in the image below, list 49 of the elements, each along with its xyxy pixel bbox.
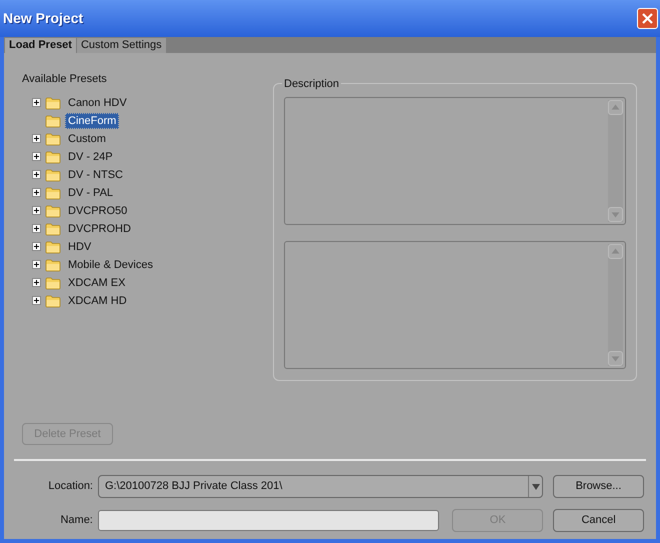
expand-icon[interactable]	[32, 260, 41, 269]
preset-item[interactable]: DVCPRO50	[65, 202, 130, 218]
preset-item[interactable]: Canon HDV	[65, 94, 130, 110]
preset-item[interactable]: DVCPROHD	[65, 220, 134, 236]
preset-item[interactable]: DV - PAL	[65, 184, 116, 200]
preset-item[interactable]: HDV	[65, 238, 94, 254]
tab[interactable]: Custom Settings	[76, 38, 166, 53]
preset-item[interactable]: DV - NTSC	[65, 166, 126, 182]
expand-icon[interactable]	[32, 278, 41, 287]
folder-icon	[45, 238, 61, 254]
description-label: Description	[282, 76, 342, 92]
folder-icon	[45, 94, 61, 110]
folder-icon	[45, 148, 61, 164]
tab[interactable]: Load Preset	[5, 38, 76, 53]
close-icon	[642, 13, 653, 24]
preset-item[interactable]: XDCAM HD	[65, 292, 130, 308]
window-title: New Project	[3, 9, 84, 28]
expand-icon[interactable]	[32, 206, 41, 215]
expand-icon[interactable]	[32, 134, 41, 143]
presets-label: Available Presets	[22, 72, 108, 87]
expand-icon[interactable]	[32, 98, 41, 107]
name-label: Name:	[59, 513, 94, 528]
expand-icon[interactable]	[32, 152, 41, 161]
expand-icon[interactable]	[32, 224, 41, 233]
folder-icon	[45, 220, 61, 236]
folder-icon	[45, 202, 61, 218]
expand-icon[interactable]	[32, 296, 41, 305]
expand-icon[interactable]	[32, 242, 41, 251]
folder-icon	[45, 292, 61, 308]
close-button[interactable]	[637, 8, 658, 29]
browse-button[interactable]: Browse...	[553, 475, 644, 498]
folder-icon	[45, 184, 61, 200]
preset-item[interactable]: CineForm	[65, 112, 120, 128]
preset-item[interactable]: Custom	[65, 130, 109, 146]
expand-icon[interactable]	[32, 188, 41, 197]
folder-icon	[45, 130, 61, 146]
caret-icon	[532, 484, 540, 490]
location-dropdown[interactable]: G:\20100728 BJJ Private Class 201\	[98, 475, 543, 498]
cancel-button[interactable]: Cancel	[553, 509, 644, 532]
folder-icon	[45, 256, 61, 272]
folder-icon	[45, 274, 61, 290]
preset-item[interactable]: XDCAM EX	[65, 274, 128, 290]
name-field[interactable]	[98, 510, 440, 531]
preset-item[interactable]: Mobile & Devices	[65, 256, 156, 272]
folder-icon	[45, 166, 61, 182]
folder-icon	[45, 112, 61, 128]
location-label: Location:	[47, 479, 94, 494]
expand-icon[interactable]	[32, 170, 41, 179]
preset-item[interactable]: DV - 24P	[65, 148, 116, 164]
